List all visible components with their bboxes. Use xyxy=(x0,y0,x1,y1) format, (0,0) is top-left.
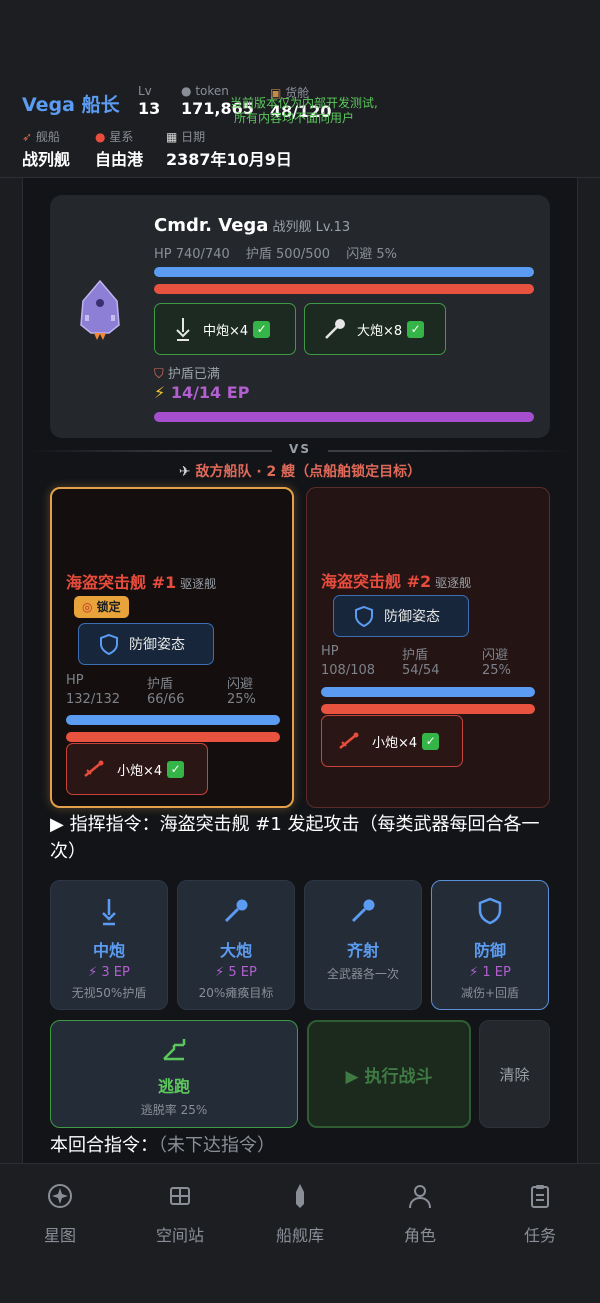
weapon-chip-large: 大炮×8 ✓ xyxy=(304,303,446,355)
enemy-fleet-header: ✈ 敌方船队 · 2 艘（点船舶锁定目标） xyxy=(178,464,422,480)
shield-status: ⛉ 护盾已满 xyxy=(154,367,220,382)
enemy-1-weapon: 小炮×4 ✓ xyxy=(66,743,208,795)
player-ep: ⚡ 14/14 EP xyxy=(154,383,250,402)
date-label: 日期 xyxy=(181,130,206,144)
player-shield-bar-track xyxy=(154,284,534,294)
player-shield-bar xyxy=(154,284,534,294)
large-cannon-button[interactable]: 大炮 ⚡ 5 EP 20%瘫痪目标 xyxy=(177,880,295,1010)
level-label: Lv xyxy=(138,84,152,98)
nav-item-shipyard[interactable]: 船舰库 xyxy=(240,1182,360,1246)
token-label: token xyxy=(195,84,229,98)
medium-cannon-icon xyxy=(51,897,167,927)
player-stats: HP 740/740 护盾 500/500 闪避 5% xyxy=(154,243,409,262)
enemy-card-2[interactable]: 海盗突击舰 #2 驱逐舰 防御姿态 HP 108/108 护盾 54/54 闪避 … xyxy=(306,487,550,808)
ship-label: 舰船 xyxy=(35,130,60,144)
escape-button[interactable]: 逃跑 逃脱率 25% xyxy=(50,1020,298,1128)
date-stat: ▦ 日期 2387年10月9日 xyxy=(166,128,292,170)
bottom-nav: 星图 空间站 船舰库 角色 任务 xyxy=(0,1163,600,1303)
level-value: 13 xyxy=(138,99,161,118)
target-lock-badge: ◎ 锁定 xyxy=(74,596,129,618)
ship-stat: ➶ 舰船 战列舰 xyxy=(22,128,70,170)
level-stat: Lv 13 xyxy=(138,84,160,118)
fleet-icon: ✈ xyxy=(178,464,191,480)
enemy-1-hp-bar xyxy=(66,715,280,725)
player-hp: HP 740/740 xyxy=(154,247,230,262)
shield-full-icon: ⛉ xyxy=(154,367,164,382)
nav-item-tasks[interactable]: 任务 xyxy=(480,1182,600,1246)
token-icon: ● xyxy=(181,84,192,98)
system-value: 自由港 xyxy=(95,150,144,169)
player-hp-bar-track xyxy=(154,267,534,277)
nav-item-space-station[interactable]: 空间站 xyxy=(120,1182,240,1246)
round-command: 本回合指令：（未下达指令） xyxy=(50,1135,275,1156)
rocket-icon: ➶ xyxy=(22,130,33,144)
nav-item-character[interactable]: 角色 xyxy=(360,1182,480,1246)
captain-name: Vega 船长 xyxy=(22,94,120,116)
player-ship-icon xyxy=(77,279,123,345)
enemy-2-stance: 防御姿态 xyxy=(333,595,469,637)
weapon-chip-medium: 中炮×4 ✓ xyxy=(154,303,296,355)
check-icon: ✓ xyxy=(253,320,271,338)
player-evade: 闪避 5% xyxy=(346,247,397,262)
enemy-2-shield-bar xyxy=(321,704,535,714)
enemy-1-shield-bar xyxy=(66,732,280,742)
target-icon: ◎ xyxy=(82,600,93,614)
ship-value: 战列舰 xyxy=(22,150,71,169)
check-icon: ✓ xyxy=(167,760,185,778)
vs-label: VS xyxy=(272,442,328,460)
player-name: Cmdr. Vega 战列舰 Lv.13 xyxy=(154,215,351,236)
check-icon: ✓ xyxy=(422,732,440,750)
defend-button[interactable]: 防御 ⚡ 1 EP 减伤+回盾 xyxy=(431,880,549,1010)
enemy-2-name: 海盗突击舰 #2 驱逐舰 xyxy=(321,572,472,591)
medium-cannon-button[interactable]: 中炮 ⚡ 3 EP 无视50%护盾 xyxy=(50,880,168,1010)
volley-icon xyxy=(305,897,421,927)
command-line: ▶ 指挥指令：海盗突击舰 #1 发起攻击（每类武器每回合各一次） xyxy=(50,814,540,862)
space-station-icon xyxy=(170,1187,190,1205)
check-icon: ✓ xyxy=(407,320,425,338)
escape-arrow-icon xyxy=(51,1035,297,1065)
volley-button[interactable]: 齐射 全武器各一次 xyxy=(304,880,422,1010)
enemy-card-1[interactable]: 海盗突击舰 #1 驱逐舰 ◎ 锁定 防御姿态 HP 132/132 护盾 66/6… xyxy=(50,487,294,808)
lightning-icon: ⚡ xyxy=(154,383,166,402)
player-shield: 护盾 500/500 xyxy=(245,247,331,262)
enemy-1-name: 海盗突击舰 #1 驱逐舰 xyxy=(66,573,217,592)
small-cannon-icon xyxy=(84,760,104,777)
shield-icon xyxy=(100,633,118,655)
player-ship-info: 战列舰 Lv.13 xyxy=(272,220,351,235)
execute-battle-button[interactable]: ▶ 执行战斗 xyxy=(307,1020,471,1128)
player-card: Cmdr. Vega 战列舰 Lv.13 HP 740/740 护盾 500/50… xyxy=(50,195,550,438)
shield-icon xyxy=(432,897,548,927)
player-ep-bar xyxy=(154,412,534,422)
enemy-1-stance: 防御姿态 xyxy=(78,623,214,665)
clear-button[interactable]: 清除 xyxy=(479,1020,550,1128)
dev-notice: 当前版本仅为内部开发测试, 所有内容均不面向用户 xyxy=(230,96,378,125)
top-header: Vega 船长 Lv 13 ● token 171,865 ▣ 货舱 48/12… xyxy=(0,0,600,178)
pin-icon: ● xyxy=(95,130,106,144)
nav-item-star-map[interactable]: 星图 xyxy=(0,1182,120,1246)
player-ep-bar-track xyxy=(154,412,534,422)
large-cannon-icon xyxy=(178,897,294,927)
tasks-icon xyxy=(531,1185,549,1208)
enemy-2-weapon: 小炮×4 ✓ xyxy=(321,715,463,767)
character-icon xyxy=(409,1185,431,1209)
system-label: 星系 xyxy=(109,130,134,144)
date-value: 2387年10月9日 xyxy=(166,150,292,169)
enemy-2-hp-bar xyxy=(321,687,535,697)
shipyard-icon xyxy=(296,1184,304,1208)
player-hp-bar xyxy=(154,267,534,277)
small-cannon-icon xyxy=(339,732,359,749)
medium-cannon-icon xyxy=(176,318,190,341)
shield-icon xyxy=(355,605,373,627)
large-cannon-icon xyxy=(325,319,345,339)
system-stat: ● 星系 自由港 xyxy=(95,128,143,170)
star-map-icon xyxy=(48,1184,72,1208)
calendar-icon: ▦ xyxy=(166,130,178,144)
